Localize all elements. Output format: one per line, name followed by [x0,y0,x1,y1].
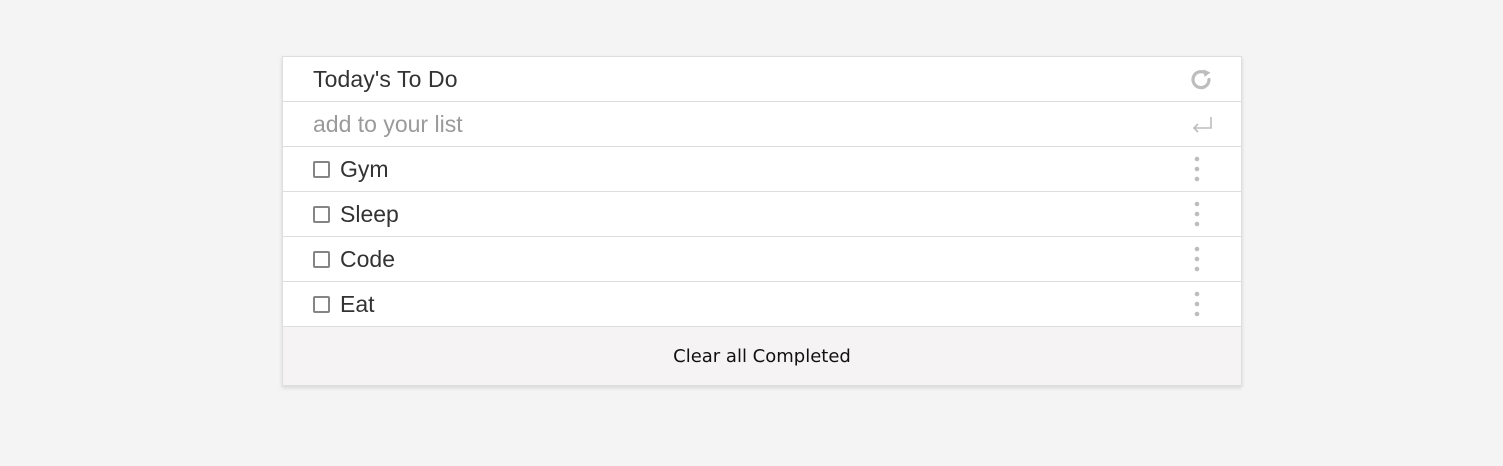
add-item-row [283,102,1241,147]
todo-item: Code [283,237,1241,282]
todo-checkbox[interactable] [313,160,330,178]
more-vertical-icon[interactable] [1191,156,1203,182]
list-title: Today's To Do [313,65,458,92]
todo-card: Today's To Do Gym Sle [282,56,1242,386]
add-item-input[interactable] [313,104,1133,144]
todo-checkbox[interactable] [313,250,330,268]
todo-item-label: Gym [340,155,389,182]
todo-footer: Clear all Completed [283,327,1241,385]
todo-item: Eat [283,282,1241,327]
more-vertical-icon[interactable] [1191,291,1203,317]
more-vertical-icon[interactable] [1191,201,1203,227]
clear-completed-button[interactable]: Clear all Completed [661,340,863,373]
more-vertical-icon[interactable] [1191,246,1203,272]
todo-header: Today's To Do [283,57,1241,102]
todo-item: Gym [283,147,1241,192]
todo-item: Sleep [283,192,1241,237]
todo-item-label: Code [340,245,395,272]
todo-checkbox[interactable] [313,295,330,313]
todo-item-label: Eat [340,290,375,317]
refresh-icon[interactable] [1189,67,1215,93]
todo-item-label: Sleep [340,200,399,227]
todo-checkbox[interactable] [313,205,330,223]
enter-arrow-icon[interactable] [1189,113,1215,137]
